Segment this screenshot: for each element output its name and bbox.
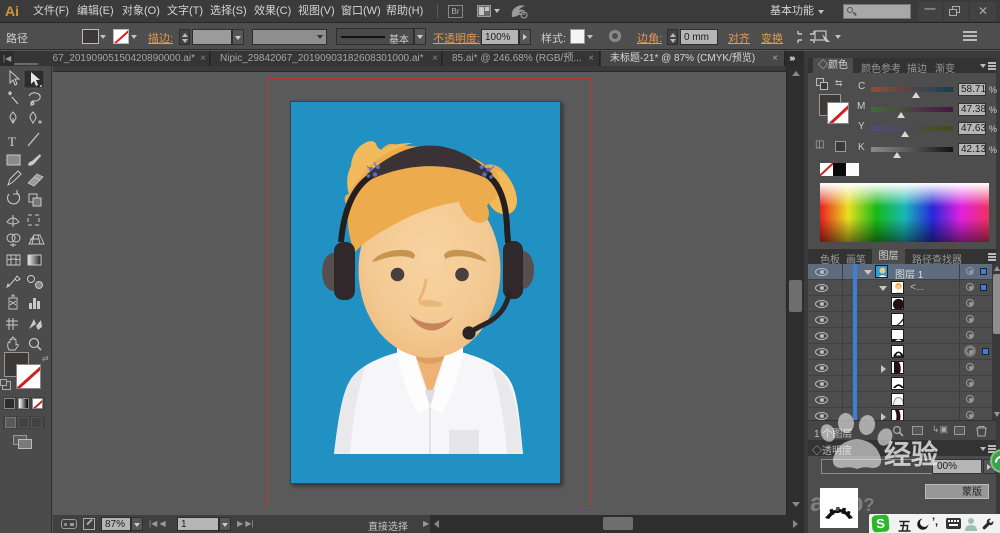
svg-text:T: T — [8, 134, 16, 149]
svg-text:经验: 经验 — [884, 439, 938, 470]
